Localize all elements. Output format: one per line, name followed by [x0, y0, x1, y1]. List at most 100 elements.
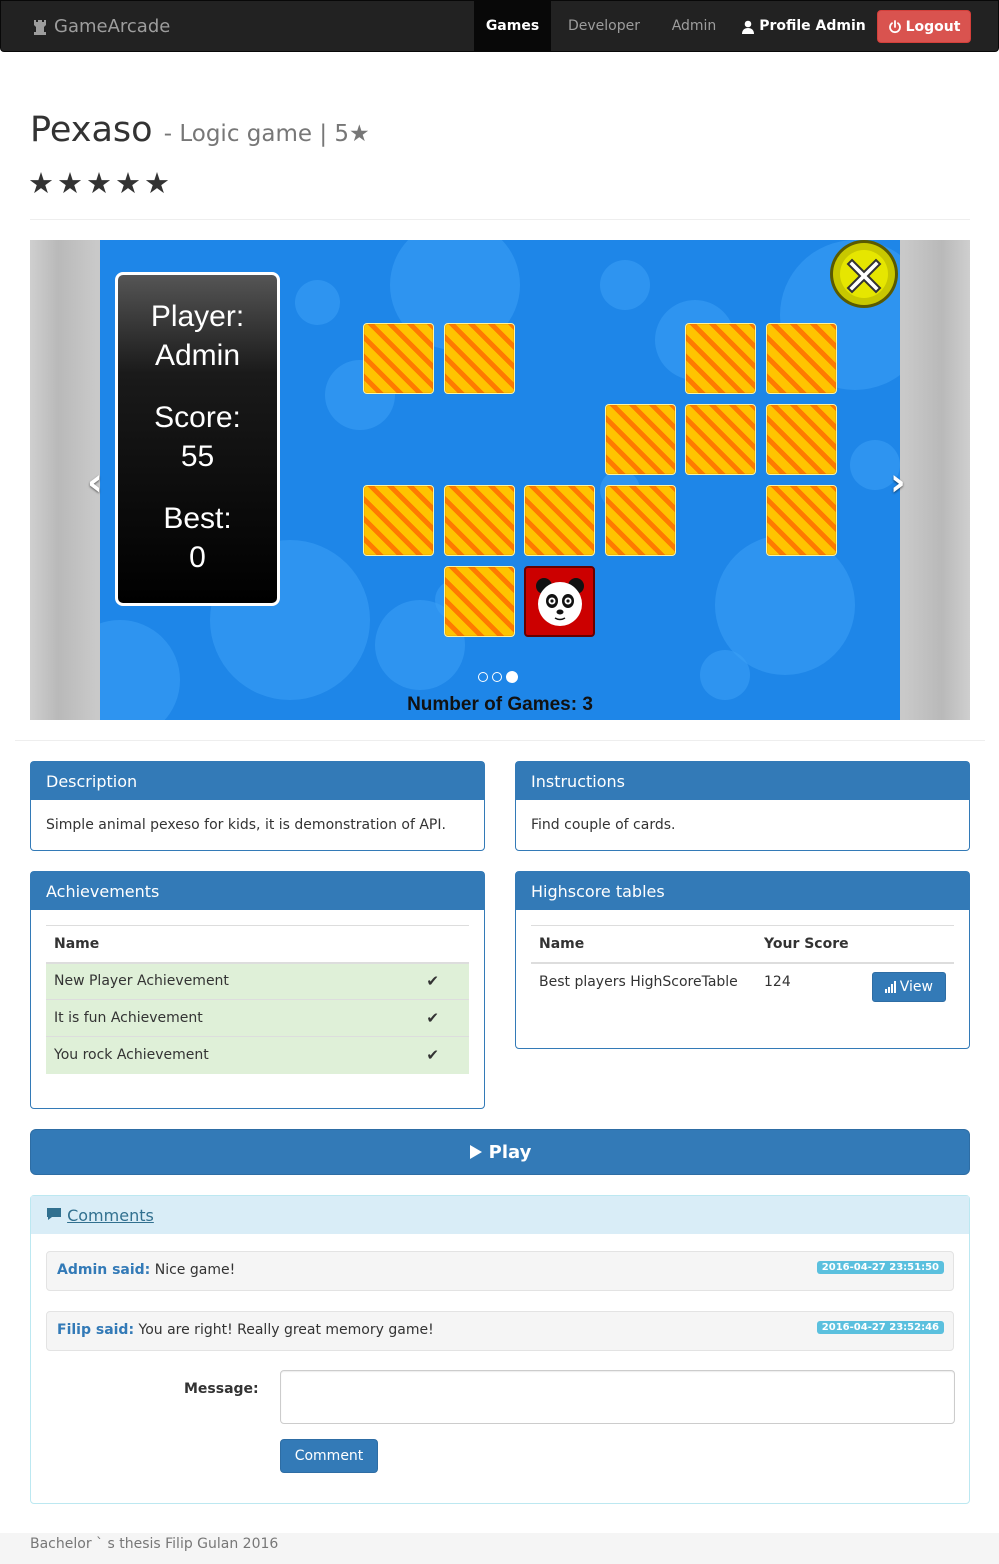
player-info-panel: Player: Admin Score: 55 Best: 0: [115, 272, 280, 606]
player-value: Admin: [154, 339, 241, 372]
checkmark-icon: ✔: [380, 999, 469, 1037]
memory-card: [524, 485, 595, 556]
logout-label: Logout: [905, 18, 961, 35]
memory-card: [444, 566, 515, 637]
close-icon: [830, 240, 898, 308]
memory-card: [605, 485, 676, 556]
carousel-indicator[interactable]: [478, 672, 488, 682]
nav-profile[interactable]: Profile Admin: [736, 1, 871, 52]
memory-card: [766, 323, 837, 394]
comment-submit-button[interactable]: Comment: [280, 1439, 378, 1473]
score-value: 55: [180, 440, 215, 473]
highscore-table: Name Your Score Best players HighScoreTa…: [531, 925, 954, 1010]
best-label: Best:: [163, 502, 232, 535]
panda-card: [524, 566, 595, 637]
comment-item: Filip said: You are right! Really great …: [46, 1311, 954, 1351]
comments-heading: Comments: [31, 1196, 969, 1234]
view-label: View: [899, 978, 933, 995]
panda-icon: [535, 577, 584, 626]
best-value: 0: [189, 541, 206, 574]
comment-icon: [47, 1208, 61, 1220]
comment-author: Admin said:: [57, 1262, 151, 1278]
memory-card: [766, 404, 837, 475]
memory-card: [444, 323, 515, 394]
brand-text: GameArcade: [54, 16, 171, 37]
profile-label: Profile Admin: [759, 18, 866, 34]
message-textarea[interactable]: [280, 1370, 955, 1424]
brand-link[interactable]: GameArcade: [31, 16, 170, 37]
instructions-text: Find couple of cards.: [531, 817, 676, 833]
game-title: Pexaso: [30, 110, 153, 150]
carousel-caption: Number of Games: 3: [407, 694, 593, 715]
table-row: Best players HighScoreTable 124 View: [531, 962, 954, 1010]
table-row: It is fun Achievement ✔: [46, 999, 469, 1037]
table-row: You rock Achievement ✔: [46, 1036, 469, 1074]
checkmark-icon: ✔: [380, 962, 469, 1000]
rook-icon: [34, 19, 46, 35]
checkmark-icon: ✔: [380, 1036, 469, 1074]
chevron-right-icon: ›: [890, 460, 906, 504]
column-header-name: Name: [46, 925, 381, 964]
carousel-prev[interactable]: ‹: [87, 460, 103, 504]
memory-card: [363, 323, 434, 394]
logout-button[interactable]: Logout: [877, 10, 971, 43]
highscore-name: Best players HighScoreTable: [531, 962, 756, 1010]
nav-developer[interactable]: Developer: [554, 1, 654, 52]
comments-toggle-link[interactable]: Comments: [67, 1206, 154, 1225]
table-row: New Player Achievement ✔: [46, 962, 469, 1000]
comment-item: Admin said: Nice game! 2016-04-27 23:51:…: [46, 1251, 954, 1291]
instructions-heading: Instructions: [516, 762, 969, 800]
nav-games[interactable]: Games: [474, 1, 551, 52]
user-icon: [742, 20, 755, 34]
instructions-panel: Instructions Find couple of cards.: [515, 761, 970, 851]
carousel-indicators: [478, 671, 518, 683]
achievements-heading: Achievements: [31, 872, 484, 910]
highscore-panel: Highscore tables Name Your Score Best pl…: [515, 871, 970, 1049]
carousel-next[interactable]: ›: [890, 460, 906, 504]
column-header-score: Your Score: [756, 925, 861, 964]
footer: Bachelor ` s thesis Filip Gulan 2016: [0, 1533, 999, 1564]
comment-text: You are right! Really great memory game!: [134, 1322, 434, 1338]
navbar: GameArcade Games Developer Admin Profile…: [0, 0, 999, 52]
screenshot-carousel[interactable]: Player: Admin Score: 55 Best: 0 ‹ › Numb…: [30, 240, 970, 720]
view-highscore-button[interactable]: View: [871, 971, 946, 1002]
divider: [15, 740, 985, 741]
comment-timestamp: 2016-04-27 23:52:46: [816, 1321, 944, 1334]
achievement-name: New Player Achievement: [46, 962, 381, 1000]
play-label: Play: [488, 1141, 532, 1163]
memory-card: [685, 404, 756, 475]
comment-text: Nice game!: [150, 1262, 236, 1278]
description-panel: Description Simple animal pexeso for kid…: [30, 761, 485, 851]
comments-panel: Comments Admin said: Nice game! 2016-04-…: [30, 1195, 970, 1504]
achievement-name: You rock Achievement: [46, 1036, 381, 1074]
message-label: Message:: [184, 1381, 259, 1397]
power-icon: [888, 19, 901, 33]
memory-card: [766, 485, 837, 556]
game-screenshot: Player: Admin Score: 55 Best: 0: [100, 240, 900, 720]
nav-admin[interactable]: Admin: [658, 1, 730, 52]
description-heading: Description: [31, 762, 484, 800]
achievements-table: Name New Player Achievement ✔ It is fun …: [46, 925, 469, 1074]
memory-card: [605, 404, 676, 475]
achievements-panel: Achievements Name New Player Achievement…: [30, 871, 485, 1109]
chevron-left-icon: ‹: [87, 460, 103, 504]
comment-author: Filip said:: [57, 1322, 135, 1338]
play-icon: [469, 1145, 482, 1159]
divider: [30, 219, 970, 220]
bar-chart-icon: [884, 980, 896, 993]
memory-card: [685, 323, 756, 394]
rating-stars[interactable]: ★★★★★: [28, 166, 173, 200]
play-button[interactable]: Play: [30, 1129, 970, 1175]
carousel-indicator-active[interactable]: [506, 671, 518, 683]
highscore-heading: Highscore tables: [516, 872, 969, 910]
player-label: Player:: [150, 300, 245, 333]
highscore-score: 124: [756, 962, 861, 1010]
page-title: Pexaso - Logic game | 5★: [30, 110, 370, 150]
carousel-indicator[interactable]: [492, 672, 502, 682]
comment-timestamp: 2016-04-27 23:51:50: [816, 1261, 944, 1274]
memory-card: [363, 485, 434, 556]
column-header-name: Name: [531, 925, 756, 964]
description-text: Simple animal pexeso for kids, it is dem…: [46, 817, 446, 833]
memory-card: [444, 485, 515, 556]
score-label: Score:: [154, 401, 241, 434]
